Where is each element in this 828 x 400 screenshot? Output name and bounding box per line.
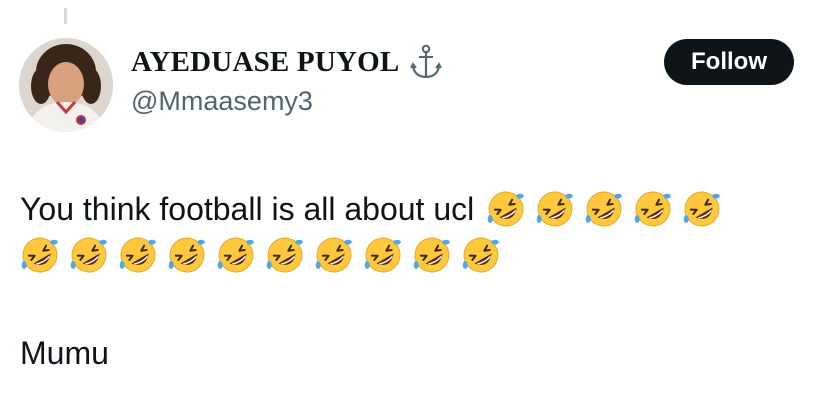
avatar[interactable] (19, 38, 113, 132)
rolling-on-the-floor-laughing-emoji (118, 235, 158, 275)
rolling-on-the-floor-laughing-emoji (20, 235, 60, 275)
author-display-name[interactable]: AYEDUASE PUYOL (131, 46, 399, 79)
line1-emojis (486, 189, 731, 229)
rolling-on-the-floor-laughing-emoji (265, 235, 305, 275)
rolling-on-the-floor-laughing-emoji (682, 189, 722, 229)
rolling-on-the-floor-laughing-emoji (69, 235, 109, 275)
rolling-on-the-floor-laughing-emoji (584, 189, 624, 229)
anchor-icon (409, 44, 443, 80)
follow-button[interactable]: Follow (664, 39, 794, 85)
tweet-text-line-1: You think football is all about ucl (20, 186, 810, 232)
rolling-on-the-floor-laughing-emoji (461, 235, 501, 275)
thread-connector-line (64, 8, 67, 24)
tweet-card: AYEDUASE PUYOL @Mmaasemy3 Follow You thi… (0, 0, 828, 400)
tweet-text-content: You think football is all about ucl (20, 191, 475, 227)
author-name-row: AYEDUASE PUYOL (131, 42, 443, 82)
rolling-on-the-floor-laughing-emoji (314, 235, 354, 275)
tweet-text-line-2 (20, 232, 810, 278)
author-handle[interactable]: @Mmaasemy3 (131, 86, 313, 117)
rolling-on-the-floor-laughing-emoji (412, 235, 452, 275)
rolling-on-the-floor-laughing-emoji (486, 189, 526, 229)
rolling-on-the-floor-laughing-emoji (167, 235, 207, 275)
tweet-text-closing: Mumu (20, 335, 109, 371)
rolling-on-the-floor-laughing-emoji (535, 189, 575, 229)
rolling-on-the-floor-laughing-emoji (216, 235, 256, 275)
rolling-on-the-floor-laughing-emoji (633, 189, 673, 229)
tweet-text: You think football is all about ucl (20, 186, 810, 278)
rolling-on-the-floor-laughing-emoji (363, 235, 403, 275)
